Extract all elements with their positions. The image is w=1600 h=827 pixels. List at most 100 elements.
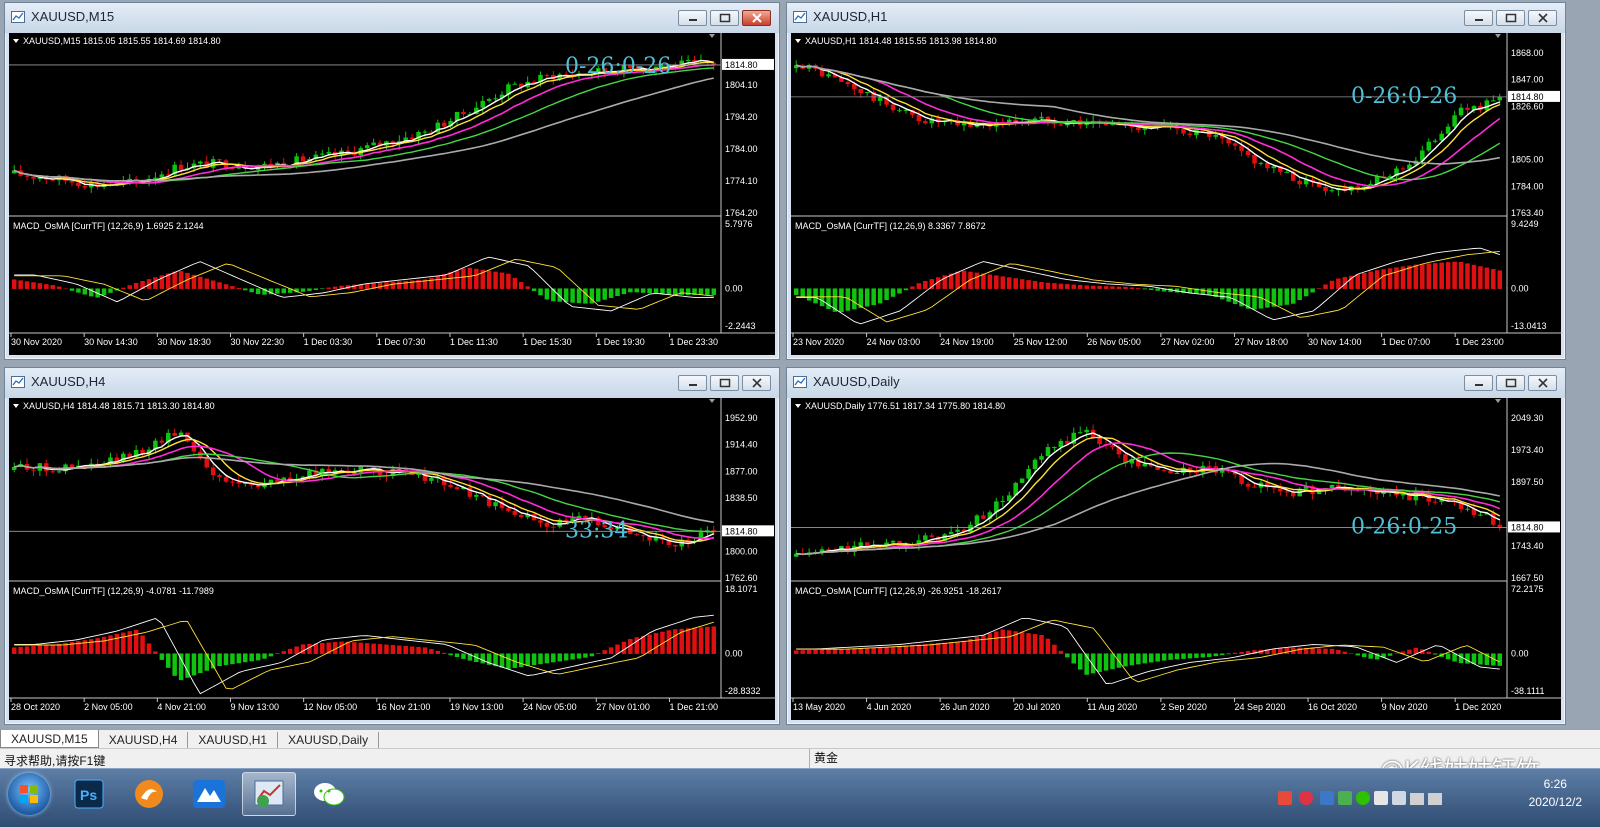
moving-average-line: [13, 67, 714, 182]
candle-body: [1258, 162, 1264, 164]
candle-body: [69, 180, 75, 183]
taskbar-wechat[interactable]: [302, 772, 356, 816]
taskbar-metatrader[interactable]: [242, 772, 296, 816]
candle-body: [1284, 171, 1290, 173]
candle-body: [493, 98, 498, 100]
macd-histogram-bar: [1355, 274, 1361, 289]
macd-histogram-bar: [640, 635, 646, 654]
time-axis-label: 2 Sep 2020: [1161, 702, 1207, 712]
candle-body: [1000, 500, 1006, 502]
time-axis-label: 9 Nov 2020: [1382, 702, 1428, 712]
restore-button[interactable]: [1496, 10, 1525, 26]
chart-canvas[interactable]: XAUUSD,Daily 1776.51 1817.34 1775.80 181…: [791, 398, 1563, 722]
chart-canvas[interactable]: XAUUSD,H4 1814.48 1815.71 1813.30 1814.8…: [9, 398, 777, 722]
moving-average-line: [796, 462, 1500, 556]
macd-histogram-bar: [890, 646, 896, 654]
macd-scale-label: -13.0413: [1511, 321, 1547, 331]
candle-body: [512, 83, 518, 85]
price-scale-label: 1784.00: [725, 144, 758, 154]
wechat-icon: [314, 783, 345, 806]
macd-histogram-bar: [621, 641, 627, 654]
tab-xauusd-daily[interactable]: XAUUSD,Daily: [278, 732, 380, 748]
time-axis-label: 1 Dec 11:30: [450, 337, 498, 347]
macd-histogram-bar: [864, 647, 870, 654]
price-chart-svg[interactable]: XAUUSD,H1 1814.48 1815.55 1813.98 1814.8…: [791, 33, 1563, 357]
restore-button[interactable]: [1496, 375, 1525, 391]
window-titlebar[interactable]: XAUUSD,H4: [5, 368, 779, 398]
macd-histogram-bar: [634, 288, 640, 293]
candle-body: [1039, 116, 1044, 119]
restore-button[interactable]: [710, 375, 739, 391]
minimize-button[interactable]: [1464, 375, 1493, 391]
macd-histogram-bar: [101, 288, 107, 296]
candle-body: [1142, 128, 1148, 130]
status-symbol-name: 黄金: [809, 749, 838, 768]
minimize-button[interactable]: [678, 10, 707, 26]
taskbar-clock[interactable]: 6:26 2020/12/2: [1529, 775, 1582, 811]
chart-shift-marker-icon: [1495, 34, 1501, 38]
macd-histogram-bar: [871, 288, 876, 306]
macd-histogram-bar: [493, 271, 498, 289]
macd-histogram-bar: [1058, 650, 1064, 654]
chart-canvas[interactable]: XAUUSD,H1 1814.48 1815.55 1813.98 1814.8…: [791, 33, 1563, 357]
macd-histogram-bar: [1129, 287, 1135, 289]
taskbar-photoshop[interactable]: Ps: [62, 772, 116, 816]
window-titlebar[interactable]: XAUUSD,H1: [787, 3, 1565, 33]
macd-histogram-bar: [512, 277, 518, 289]
candle-body: [948, 531, 954, 535]
macd-histogram-bar: [1445, 262, 1451, 289]
candle-body: [1465, 508, 1470, 510]
price-chart-svg[interactable]: XAUUSD,Daily 1776.51 1817.34 1775.80 181…: [791, 398, 1563, 722]
macd-histogram-bar: [1065, 653, 1070, 658]
macd-histogram-bar: [660, 288, 665, 295]
macd-histogram-bar: [1219, 653, 1225, 656]
macd-histogram-bar: [18, 646, 23, 654]
chart-window-m15[interactable]: XAUUSD,M15 XAUUSD,M15 1815.05 1815.55 18…: [4, 2, 780, 360]
price-scale-label: 1667.50: [1511, 573, 1544, 583]
chart-window-icon: [793, 376, 807, 388]
chart-window-h4[interactable]: XAUUSD,H4 XAUUSD,H4 1814.48 1815.71 1813…: [4, 367, 780, 725]
macd-histogram-bar: [1394, 653, 1399, 654]
close-button[interactable]: [1528, 10, 1557, 26]
chart-window-daily[interactable]: XAUUSD,Daily XAUUSD,Daily 1776.51 1817.3…: [786, 367, 1566, 725]
macd-histogram-bar: [890, 288, 896, 297]
price-chart-svg[interactable]: XAUUSD,M15 1815.05 1815.55 1814.69 1814.…: [9, 33, 777, 357]
macd-histogram-bar: [1342, 651, 1348, 654]
macd-histogram-bar: [352, 642, 357, 654]
macd-histogram-bar: [31, 282, 36, 289]
macd-histogram-bar: [230, 653, 235, 665]
tab-xauusd-h4[interactable]: XAUUSD,H4: [99, 732, 189, 748]
window-titlebar[interactable]: XAUUSD,Daily: [787, 368, 1565, 398]
chart-canvas[interactable]: XAUUSD,M15 1815.05 1815.55 1814.69 1814.…: [9, 33, 777, 357]
tab-xauusd-h1[interactable]: XAUUSD,H1: [188, 732, 279, 748]
start-button[interactable]: [8, 773, 50, 815]
close-button[interactable]: [742, 10, 771, 26]
macd-histogram-bar: [1420, 264, 1425, 289]
candle-body: [955, 529, 960, 532]
window-titlebar[interactable]: XAUUSD,M15: [5, 3, 779, 33]
candle-body: [673, 544, 678, 547]
macd-histogram-bar: [1368, 653, 1373, 659]
restore-button[interactable]: [710, 10, 739, 26]
macd-histogram-bar: [454, 270, 460, 289]
taskbar-browser[interactable]: [122, 772, 176, 816]
candle-body: [685, 59, 691, 61]
candle-body: [512, 511, 518, 515]
window-title: XAUUSD,Daily: [813, 374, 900, 389]
price-chart-svg[interactable]: XAUUSD,H4 1814.48 1815.71 1813.30 1814.8…: [9, 398, 777, 722]
macd-histogram-bar: [1155, 288, 1160, 291]
tab-xauusd-m15[interactable]: XAUUSD,M15: [0, 730, 99, 748]
macd-histogram-bar: [1465, 263, 1470, 289]
macd-histogram-bar: [608, 647, 614, 654]
price-scale-label: 1814.80: [725, 526, 758, 536]
minimize-button[interactable]: [678, 375, 707, 391]
macd-histogram-bar: [1084, 285, 1089, 289]
chart-window-h1[interactable]: XAUUSD,H1 XAUUSD,H1 1814.48 1815.55 1813…: [786, 2, 1566, 360]
close-button[interactable]: [1528, 375, 1557, 391]
candle-body: [223, 477, 229, 482]
minimize-button[interactable]: [1464, 10, 1493, 26]
macd-histogram-bar: [467, 267, 473, 289]
macd-histogram-bar: [1316, 288, 1322, 289]
close-button[interactable]: [742, 375, 771, 391]
taskbar-app-blue[interactable]: [182, 772, 236, 816]
